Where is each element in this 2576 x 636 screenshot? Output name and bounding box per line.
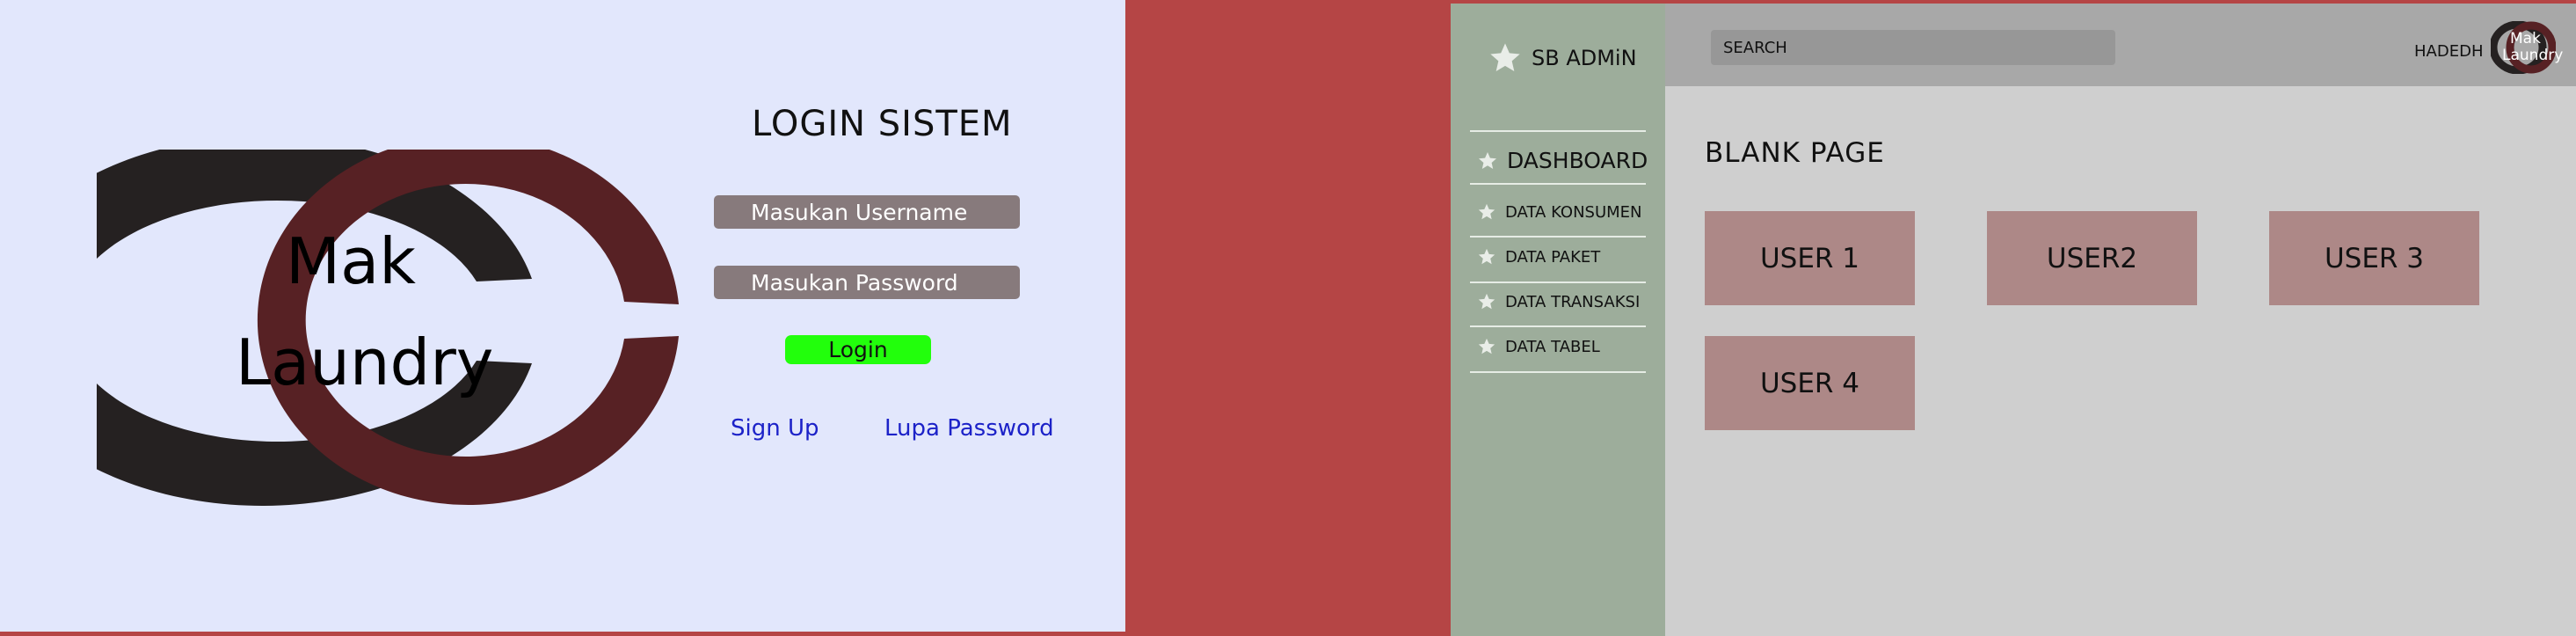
sidebar-divider bbox=[1470, 130, 1646, 132]
signup-link[interactable]: Sign Up bbox=[731, 415, 819, 442]
user-card-1[interactable]: USER 1 bbox=[1705, 211, 1915, 305]
login-title: LOGIN SISTEM bbox=[752, 104, 1013, 144]
star-icon bbox=[1479, 151, 1496, 169]
user-card-2[interactable]: USER2 bbox=[1987, 211, 2197, 305]
sidebar-divider bbox=[1470, 183, 1646, 185]
star-icon bbox=[1478, 203, 1495, 220]
brand-label: SB ADMiN bbox=[1532, 46, 1637, 70]
sidebar-divider bbox=[1470, 236, 1646, 238]
login-button[interactable]: Login bbox=[785, 335, 931, 364]
sidebar-item-label: DATA TRANSAKSI bbox=[1505, 292, 1641, 311]
user-card-3[interactable]: USER 3 bbox=[2269, 211, 2479, 305]
brand[interactable]: SB ADMiN bbox=[1488, 40, 1637, 76]
avatar-text-mak: Mak bbox=[2510, 30, 2541, 48]
search-input[interactable] bbox=[1711, 30, 2115, 65]
sidebar-item-data-konsumen[interactable]: DATA KONSUMEN bbox=[1477, 202, 1642, 222]
sidebar-divider bbox=[1470, 325, 1646, 327]
star-icon bbox=[1490, 43, 1520, 71]
sidebar-item-data-tabel[interactable]: DATA TABEL bbox=[1477, 337, 1600, 356]
password-input[interactable] bbox=[714, 266, 1020, 299]
page-title: BLANK PAGE bbox=[1705, 137, 1885, 169]
avatar-text-laundry: Laundry bbox=[2502, 47, 2564, 64]
star-icon bbox=[1478, 248, 1495, 265]
sidebar-item-label: DATA KONSUMEN bbox=[1505, 202, 1642, 222]
sidebar-item-label: DASHBOARD bbox=[1507, 148, 1648, 173]
sidebar-divider bbox=[1470, 281, 1646, 283]
sidebar-item-dashboard[interactable]: DASHBOARD bbox=[1477, 148, 1648, 173]
logo-text-mak: Mak bbox=[286, 224, 416, 298]
logo-text-laundry: Laundry bbox=[236, 325, 494, 399]
forgot-password-link[interactable]: Lupa Password bbox=[884, 415, 1054, 442]
star-icon bbox=[1478, 293, 1495, 310]
sidebar-item-label: DATA TABEL bbox=[1505, 337, 1600, 356]
sidebar: SB ADMiN DASHBOARD DATA KONSUMEN DATA PA… bbox=[1451, 4, 1665, 636]
sidebar-item-data-transaksi[interactable]: DATA TRANSAKSI bbox=[1477, 292, 1640, 311]
user-card-4[interactable]: USER 4 bbox=[1705, 336, 1915, 430]
sidebar-item-label: DATA PAKET bbox=[1505, 247, 1601, 267]
sidebar-item-data-paket[interactable]: DATA PAKET bbox=[1477, 247, 1600, 267]
login-panel: Mak Laundry LOGIN SISTEM Login Sign Up L… bbox=[0, 0, 1125, 632]
star-icon bbox=[1478, 338, 1495, 355]
admin-dashboard: SB ADMiN DASHBOARD DATA KONSUMEN DATA PA… bbox=[1451, 4, 2576, 636]
user-name[interactable]: HADEDH bbox=[2414, 42, 2483, 61]
sidebar-divider bbox=[1470, 371, 1646, 373]
username-input[interactable] bbox=[714, 195, 1020, 229]
